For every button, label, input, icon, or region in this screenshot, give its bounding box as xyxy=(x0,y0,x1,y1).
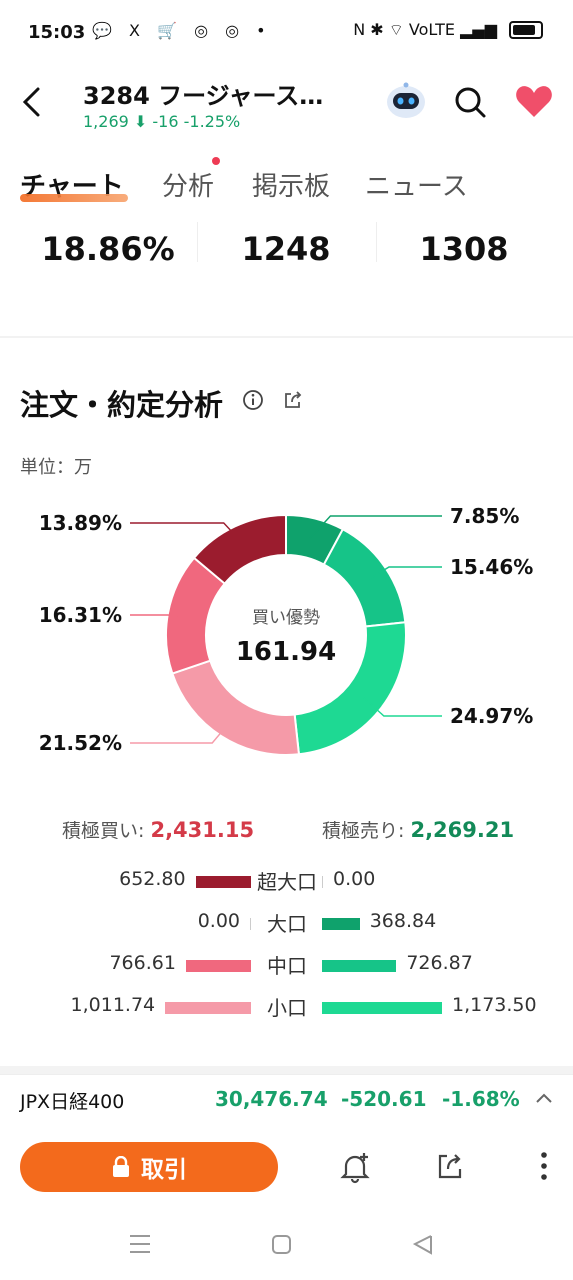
status-right-icons: N ✱ ⌔ VoLTE ▂▄▆ xyxy=(353,20,543,40)
sell-value: 1,173.50 xyxy=(452,994,537,1016)
sell-bar xyxy=(322,960,397,972)
buy-value: 652.80 xyxy=(119,868,186,890)
slice-percent-label: 15.46% xyxy=(450,555,533,579)
order-size-row: 652.80 超大口 0.00 xyxy=(0,862,573,898)
buy-value: 0.00 xyxy=(197,910,240,932)
status-indicators: N ✱ ⌔ VoLTE ▂▄▆ xyxy=(353,20,497,39)
donut-chart: 7.85% 15.46% 24.97% 21.52% 16.31% 13.89% 買い優勢… xyxy=(39,504,533,756)
order-size-label: 大口 xyxy=(267,912,307,936)
section-title: 注文・約定分析 xyxy=(20,388,224,422)
section-divider xyxy=(0,336,573,338)
sell-value: 0.00 xyxy=(333,868,376,890)
order-size-row: 1,011.74 小口 1,173.50 xyxy=(0,988,573,1024)
slice-percent-label: 13.89% xyxy=(39,511,122,535)
sell-bar xyxy=(165,1002,251,1014)
leader-line xyxy=(130,614,188,618)
more-vertical-icon[interactable] xyxy=(532,1148,556,1184)
buy-total-label: 積極買い: xyxy=(62,820,145,842)
stat-value-3: 1308 xyxy=(419,230,509,268)
tab-analysis[interactable]: 分析 xyxy=(162,166,214,203)
chevron-up-icon[interactable] xyxy=(534,1090,554,1106)
index-name: JPX日経400 xyxy=(20,1091,125,1113)
buy-total: 積極買い: 2,431.15 xyxy=(62,816,254,843)
sell-bar xyxy=(322,876,323,888)
home-icon[interactable] xyxy=(272,1235,291,1254)
alert-bell-icon[interactable] xyxy=(338,1150,372,1184)
unit-label: 単位：万 xyxy=(20,457,92,478)
down-arrow-icon: ⬇ xyxy=(133,112,148,131)
favorite-heart-icon[interactable] xyxy=(514,83,554,119)
order-size-label: 小口 xyxy=(267,996,307,1020)
sell-bar xyxy=(322,918,360,930)
tab-news[interactable]: ニュース xyxy=(365,166,468,203)
slice-percent-label: 7.85% xyxy=(450,504,519,528)
share-icon[interactable] xyxy=(282,389,304,411)
order-size-row: 0.00 大口 368.84 xyxy=(0,904,573,940)
lock-icon xyxy=(113,1156,129,1177)
order-size-row: 766.61 中口 726.87 xyxy=(0,946,573,982)
status-time: 15:03 xyxy=(28,22,86,43)
tab-board[interactable]: 掲示板 xyxy=(252,166,330,203)
stock-title: 3284 フージャース… xyxy=(83,82,324,110)
slice-percent-label: 21.52% xyxy=(39,731,122,755)
trade-button[interactable]: 取引 xyxy=(20,1142,278,1192)
search-icon[interactable] xyxy=(452,84,488,120)
donut-slice xyxy=(171,659,301,756)
sell-value: 726.87 xyxy=(406,952,473,974)
stock-change: -16 xyxy=(152,112,179,131)
slice-percent-label: 16.31% xyxy=(39,603,122,627)
buy-total-value: 2,431.15 xyxy=(150,818,255,842)
order-size-label: 超大口 xyxy=(257,870,317,894)
center-label: 買い優勢 xyxy=(252,608,320,628)
sell-bar xyxy=(185,960,251,972)
sell-bar xyxy=(250,918,251,930)
stat-value-2: 1248 xyxy=(241,230,331,268)
status-app-icons: 💬 X 🛒 ◎ ◎ • xyxy=(92,21,272,40)
back-arrow-icon[interactable] xyxy=(16,84,52,120)
bottom-separator xyxy=(0,1066,573,1074)
notification-dot xyxy=(212,157,220,165)
robot-assistant-icon[interactable] xyxy=(386,82,426,120)
info-icon[interactable] xyxy=(242,389,264,411)
sell-bar xyxy=(195,876,251,888)
system-nav-bar xyxy=(130,1235,432,1255)
center-value: 161.94 xyxy=(236,637,336,667)
buy-value: 766.61 xyxy=(109,952,176,974)
buy-value: 1,011.74 xyxy=(70,994,156,1016)
sell-total-label: 積極売り: xyxy=(322,820,405,842)
sell-value: 368.84 xyxy=(369,910,437,932)
battery-icon xyxy=(509,21,543,39)
index-value: 30,476.74 xyxy=(215,1087,328,1111)
status-bar: 15:03 💬 X 🛒 ◎ ◎ • N ✱ ⌔ VoLTE ▂▄▆ xyxy=(0,0,573,64)
slice-percent-label: 24.97% xyxy=(450,704,533,728)
stock-change-pct: -1.25% xyxy=(183,112,241,131)
stock-price-line: 1,269 ⬇ -16 -1.25% xyxy=(83,112,240,131)
sell-total-value: 2,269.21 xyxy=(410,818,515,842)
share-icon[interactable] xyxy=(434,1150,466,1182)
stat-value-1: 18.86% xyxy=(41,230,175,268)
back-icon[interactable] xyxy=(412,1235,432,1255)
sell-bar xyxy=(322,1002,442,1014)
index-change-pct: -1.68% xyxy=(442,1087,520,1111)
order-size-label: 中口 xyxy=(267,954,307,978)
index-change: -520.61 xyxy=(341,1087,427,1111)
donut-slice xyxy=(322,527,407,628)
sell-total: 積極売り: 2,269.21 xyxy=(322,816,514,843)
tab-active-underline xyxy=(20,194,128,202)
trade-button-label: 取引 xyxy=(141,1156,187,1182)
menu-icon[interactable] xyxy=(130,1235,150,1253)
stock-price: 1,269 xyxy=(83,112,129,131)
